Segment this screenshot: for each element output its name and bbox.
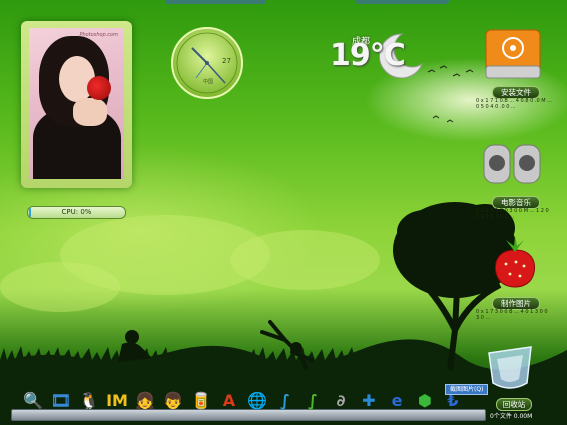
glass-bin-icon xyxy=(488,346,532,389)
weather-temperature: 19°C xyxy=(330,38,406,73)
dock-swirl-blue-icon[interactable]: ∫ xyxy=(273,387,297,413)
dock-cartoon-boy-icon[interactable]: 👦 xyxy=(161,387,185,413)
rose-icon xyxy=(87,76,111,100)
photo-watermark: Photoshop.com xyxy=(79,32,118,38)
dock-im-icon[interactable]: IM xyxy=(105,387,129,413)
dock-adobe-icon[interactable]: A xyxy=(217,387,241,413)
hard-drive-icon xyxy=(485,29,541,79)
photo-figure-hand xyxy=(73,98,107,126)
cpu-meter-label: CPU: 0% xyxy=(61,208,92,216)
dock-bar: 🔍 🎞 🐧 IM 👧 👦 🥫 A 🌐 ∫ ∫ ∂ ✚ e ⬢ ₺ xyxy=(11,387,486,421)
dock-magnifier-icon[interactable]: 🔍 xyxy=(21,387,45,413)
dock-cylinder-icon[interactable]: 🥫 xyxy=(189,387,213,413)
clock-widget[interactable]: 27 中国 xyxy=(170,26,245,101)
movies-music-info: 0 1 1 0 1 8 0 3 0 0 M ... 1 2 0 0 0 1 0 … xyxy=(476,208,549,220)
movies-music-icon[interactable] xyxy=(482,141,544,187)
dock-green-shield-icon[interactable]: ⬢ xyxy=(413,387,437,413)
dock-ie-icon[interactable]: e xyxy=(385,387,409,413)
desktop: Photoshop.com CPU: 0% 27 中国 成都 19°C 安装文件… xyxy=(0,0,567,425)
clock-date: 27 xyxy=(222,57,231,65)
strawberry-icon xyxy=(494,236,536,288)
dock-swirl-green-icon[interactable]: ∫ xyxy=(301,387,325,413)
install-files-info: 0 x 1 7 1 0.B ... 4 0.8 0 .0 M ... 0 5 0… xyxy=(476,98,552,110)
cpu-meter: CPU: 0% xyxy=(27,206,126,219)
recycle-bin-label[interactable]: 回收站 xyxy=(496,398,532,411)
clock-face-icon xyxy=(171,27,243,99)
dock-penguin-icon[interactable]: 🐧 xyxy=(77,387,101,413)
recycle-bin-count: 0个文件 0.00M xyxy=(490,413,533,420)
dock-media-icon[interactable]: 🎞 xyxy=(49,387,73,413)
recycle-bin-icon[interactable] xyxy=(483,343,537,393)
clock-label: 中国 xyxy=(203,79,214,85)
install-files-icon[interactable] xyxy=(484,26,542,84)
make-picture-info: 0 x 1 7 3 0 0 B ... 4 0 1 3 0 0 3 0 ... xyxy=(476,309,548,321)
photo-image: Photoshop.com xyxy=(29,28,124,179)
dock-plus-blue-icon[interactable]: ✚ xyxy=(357,387,381,413)
dock-cartoon-girl-icon[interactable]: 👧 xyxy=(133,387,157,413)
dock-firefox-icon[interactable]: 🌐 xyxy=(245,387,269,413)
dock-metal-swirl-icon[interactable]: ∂ xyxy=(329,387,353,413)
make-picture-icon[interactable] xyxy=(488,236,542,292)
photo-widget[interactable]: Photoshop.com xyxy=(21,21,132,188)
dock-tooltip: 截图图片(Q) xyxy=(445,384,489,395)
speaker-icon xyxy=(483,144,541,184)
